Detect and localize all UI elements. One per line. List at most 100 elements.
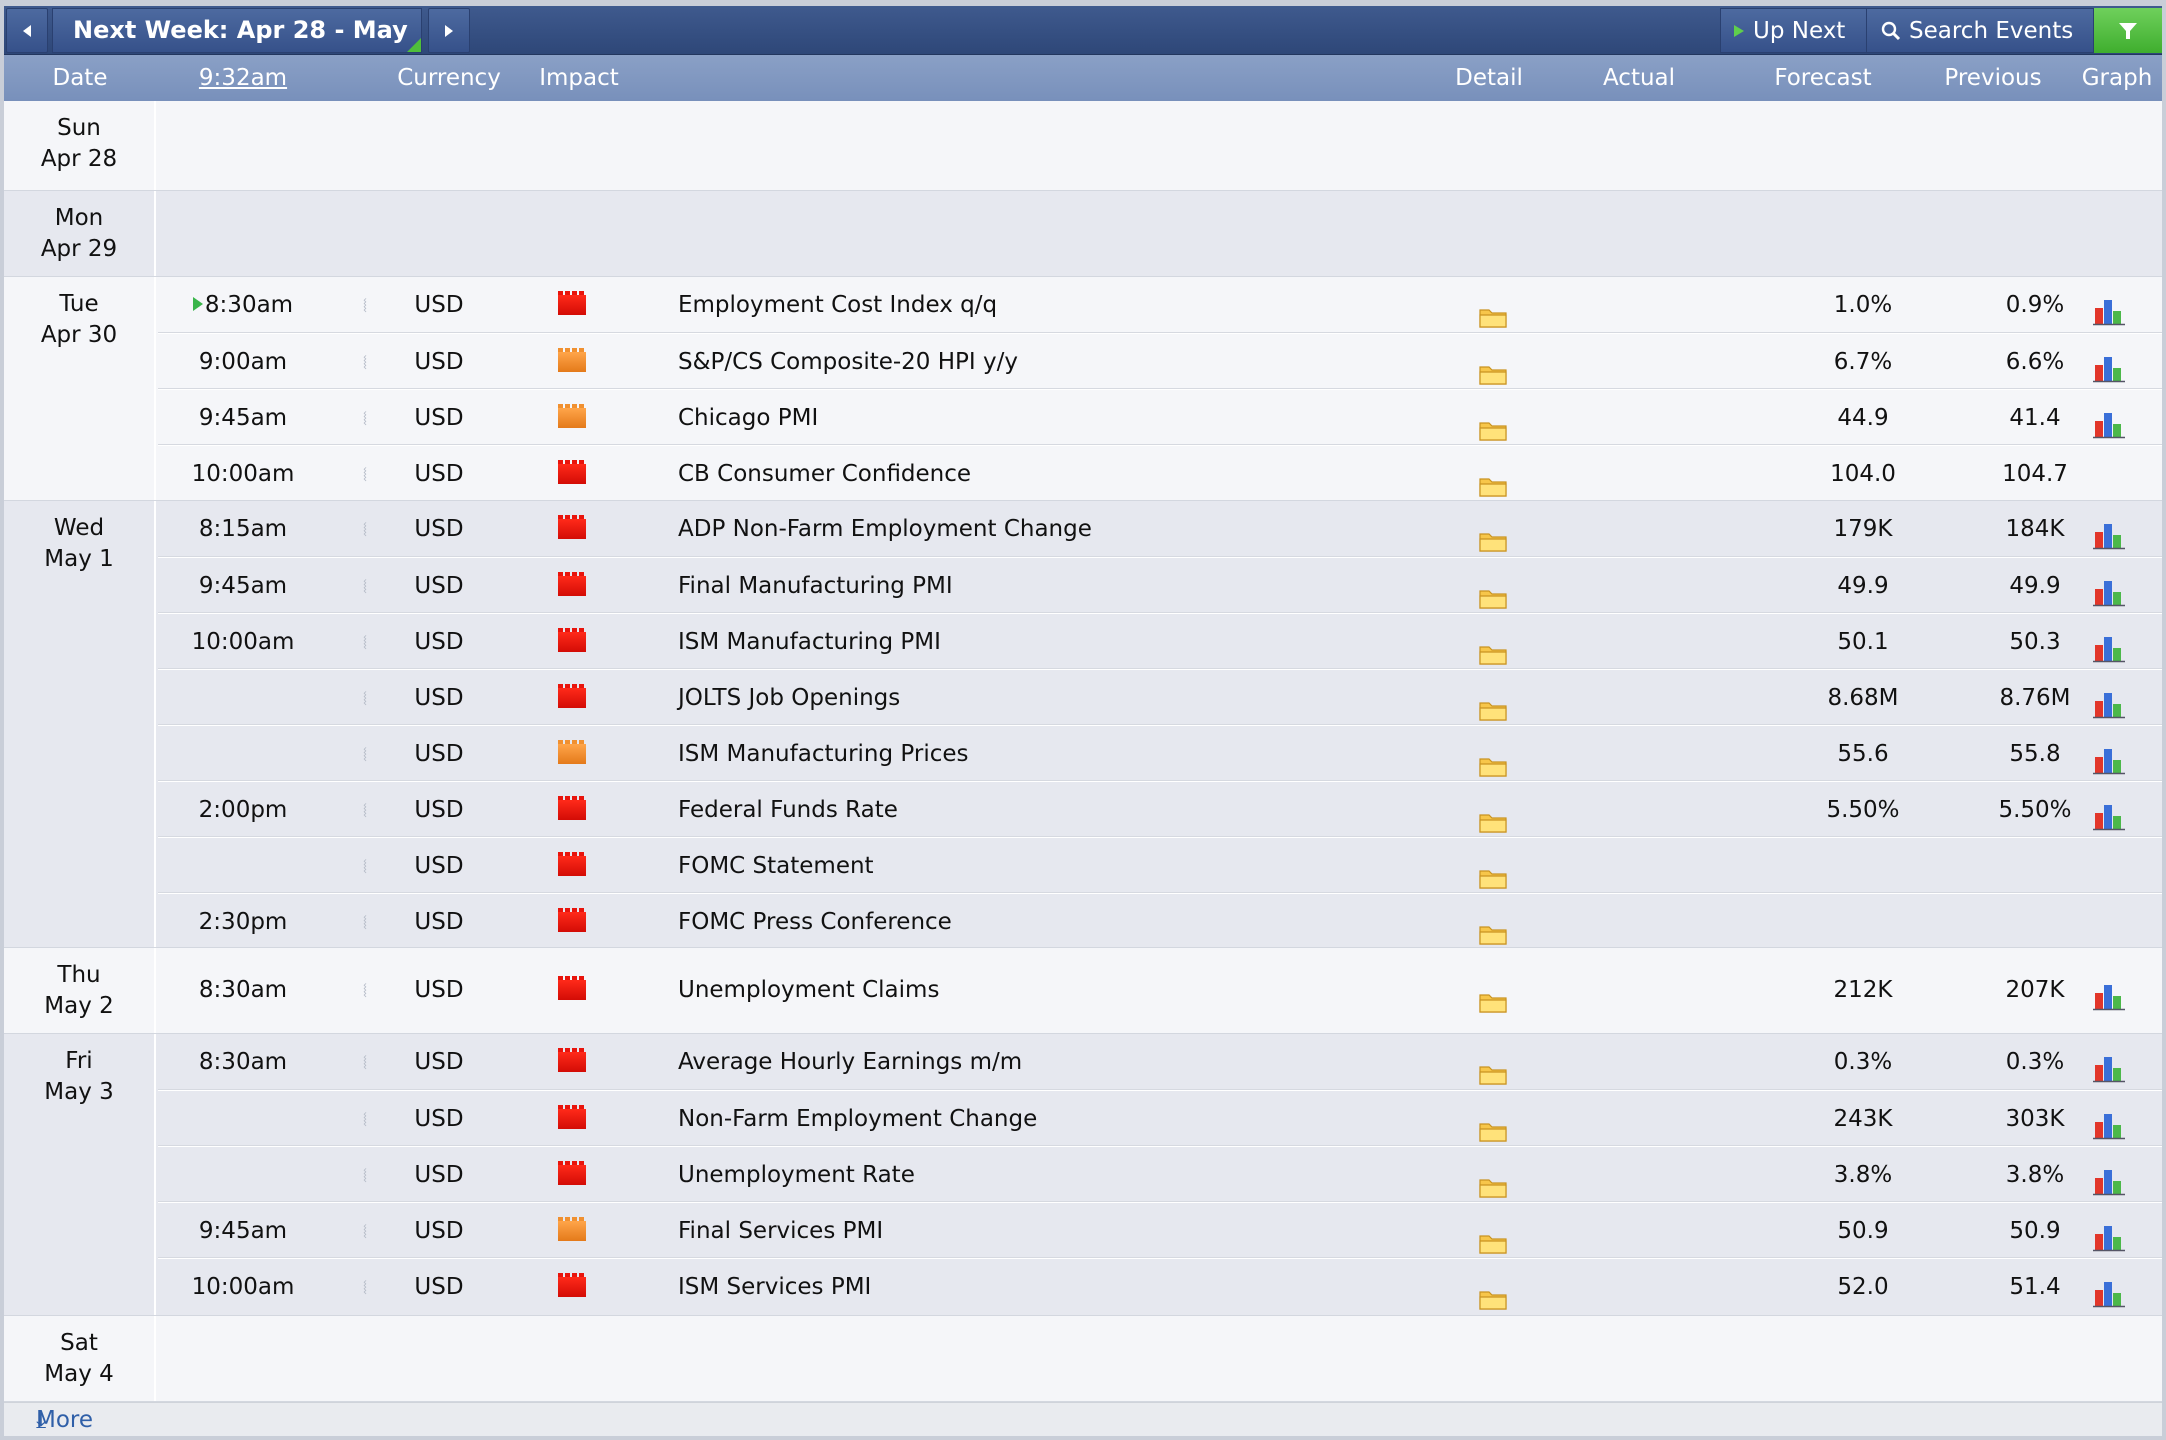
impact-icon — [558, 404, 586, 428]
event-name[interactable]: ISM Manufacturing Prices — [678, 726, 969, 782]
table-row[interactable]: 10:00am ⧙ USD CB Consumer Confidence 104.0 10… — [158, 444, 2162, 502]
sound-icon[interactable]: ⧙ — [350, 334, 380, 390]
day-block-sat: Sat May 4 — [4, 1316, 2162, 1402]
event-currency: USD — [414, 461, 464, 487]
event-currency: USD — [414, 1274, 464, 1300]
event-name[interactable]: Final Manufacturing PMI — [678, 558, 953, 614]
event-forecast: 5.50% — [1826, 797, 1900, 823]
sound-icon[interactable]: ⧙ — [350, 838, 380, 894]
event-currency: USD — [414, 405, 464, 431]
search-icon — [1881, 21, 1901, 41]
sound-icon[interactable]: ⧙ — [350, 894, 380, 950]
table-row[interactable]: 10:00am ⧙ USD ISM Manufacturing PMI 50.1 50.3 — [158, 612, 2162, 670]
event-name[interactable]: FOMC Statement — [678, 838, 874, 894]
table-row[interactable]: 8:30am ⧙ USD Average Hourly Earnings m/m 0.3… — [158, 1034, 2162, 1090]
sound-icon[interactable]: ⧙ — [350, 501, 380, 557]
day-label: Sun Apr 28 — [4, 101, 156, 190]
event-forecast: 212K — [1833, 977, 1893, 1003]
event-currency: USD — [414, 573, 464, 599]
table-row[interactable]: 9:45am ⧙ USD Chicago PMI 44.9 41.4 — [158, 388, 2162, 446]
sound-icon[interactable]: ⧙ — [350, 1147, 380, 1203]
event-name[interactable]: Unemployment Claims — [678, 962, 939, 1018]
sound-icon[interactable]: ⧙ — [350, 1091, 380, 1147]
event-time: 9:45am — [198, 405, 288, 431]
next-week-button[interactable] — [428, 8, 470, 53]
event-currency: USD — [414, 797, 464, 823]
day-name: Tue — [59, 291, 99, 317]
event-name[interactable]: ISM Services PMI — [678, 1259, 871, 1315]
sound-icon[interactable]: ⧙ — [350, 782, 380, 838]
sound-icon[interactable]: ⧙ — [350, 726, 380, 782]
table-row[interactable]: 8:30am ⧙ USD Employment Cost Index q/q 1.0% 0… — [158, 277, 2162, 333]
event-name[interactable]: Chicago PMI — [678, 390, 818, 446]
impact-icon — [558, 1048, 586, 1072]
event-name[interactable]: Final Services PMI — [678, 1203, 883, 1259]
event-currency: USD — [414, 292, 464, 318]
event-name[interactable]: Average Hourly Earnings m/m — [678, 1034, 1022, 1090]
table-row[interactable]: 10:00am ⧙ USD ISM Services PMI 52.0 51.4 — [158, 1257, 2162, 1315]
table-row[interactable]: 9:00am ⧙ USD S&P/CS Composite-20 HPI y/y 6.7… — [158, 332, 2162, 390]
header-current-time[interactable]: 9:32am — [158, 55, 328, 101]
event-currency: USD — [414, 741, 464, 767]
sound-icon[interactable]: ⧙ — [350, 558, 380, 614]
search-events-label: Search Events — [1909, 17, 2074, 44]
sound-icon[interactable]: ⧙ — [350, 1034, 380, 1090]
sound-icon[interactable]: ⧙ — [350, 390, 380, 446]
week-title[interactable]: Next Week: Apr 28 - May 4 — [52, 8, 422, 87]
economic-calendar: Next Week: Apr 28 - May 4 Up Next Search… — [4, 6, 2162, 1436]
event-forecast: 0.3% — [1833, 1049, 1893, 1075]
header-graph: Graph — [2081, 65, 2153, 91]
table-row[interactable]: 9:45am ⧙ USD Final Manufacturing PMI 49.9 49.… — [158, 556, 2162, 614]
table-row[interactable]: ⧙ USD Unemployment Rate 3.8% 3.8% — [158, 1145, 2162, 1203]
table-row[interactable]: ⧙ USD FOMC Statement — [158, 836, 2162, 894]
event-name[interactable]: JOLTS Job Openings — [678, 670, 900, 726]
sound-icon[interactable]: ⧙ — [350, 614, 380, 670]
sound-icon[interactable]: ⧙ — [350, 277, 380, 333]
impact-icon — [558, 1105, 586, 1129]
sound-icon[interactable]: ⧙ — [350, 1203, 380, 1259]
filter-button[interactable] — [2094, 8, 2162, 53]
event-name[interactable]: Federal Funds Rate — [678, 782, 898, 838]
event-currency: USD — [414, 516, 464, 542]
day-label: Thu May 2 — [4, 948, 156, 1033]
table-row[interactable]: ⧙ USD Non-Farm Employment Change 243K 303K — [158, 1089, 2162, 1147]
event-name[interactable]: FOMC Press Conference — [678, 894, 952, 950]
impact-icon — [558, 515, 586, 539]
event-time: 10:00am — [191, 461, 295, 487]
bar-chart-icon — [2093, 1273, 2125, 1329]
event-name[interactable]: Non-Farm Employment Change — [678, 1091, 1037, 1147]
event-currency: USD — [414, 1049, 464, 1075]
day-name: Fri — [65, 1048, 93, 1074]
search-events-button[interactable]: Search Events — [1866, 8, 2094, 53]
table-row[interactable]: 2:30pm ⧙ USD FOMC Press Conference — [158, 892, 2162, 950]
day-label: Wed May 1 — [4, 501, 156, 947]
header-previous: Previous — [1944, 65, 2042, 91]
event-currency: USD — [414, 1162, 464, 1188]
up-next-button[interactable]: Up Next — [1720, 8, 1868, 53]
sound-icon[interactable]: ⧙ — [350, 670, 380, 726]
previous-week-button[interactable] — [6, 8, 48, 53]
folder-icon — [1478, 1276, 1508, 1332]
table-row[interactable]: 9:45am ⧙ USD Final Services PMI 50.9 50.9 — [158, 1201, 2162, 1259]
table-row[interactable]: 8:15am ⧙ USD ADP Non-Farm Employment Change… — [158, 501, 2162, 557]
sound-icon[interactable]: ⧙ — [350, 1259, 380, 1315]
impact-icon — [558, 628, 586, 652]
header-currency: Currency — [397, 65, 501, 91]
event-name[interactable]: Unemployment Rate — [678, 1147, 915, 1203]
table-row[interactable]: ⧙ USD ISM Manufacturing Prices 55.6 55.8 — [158, 724, 2162, 782]
table-row[interactable]: 2:00pm ⧙ USD Federal Funds Rate 5.50% 5.50% — [158, 780, 2162, 838]
impact-icon — [558, 740, 586, 764]
sound-icon[interactable]: ⧙ — [350, 446, 380, 502]
event-name[interactable]: Employment Cost Index q/q — [678, 277, 997, 333]
table-row[interactable]: 8:30am ⧙ USD Unemployment Claims 212K 207K — [158, 962, 2162, 1018]
more-link[interactable]: ⤓ More — [4, 1402, 2162, 1436]
event-name[interactable]: ADP Non-Farm Employment Change — [678, 501, 1092, 557]
event-time: 2:00pm — [198, 797, 288, 823]
event-name[interactable]: S&P/CS Composite-20 HPI y/y — [678, 334, 1018, 390]
event-name[interactable]: ISM Manufacturing PMI — [678, 614, 941, 670]
event-name[interactable]: CB Consumer Confidence — [678, 446, 971, 502]
table-row[interactable]: ⧙ USD JOLTS Job Openings 8.68M 8.76M — [158, 668, 2162, 726]
day-name: Sat — [60, 1330, 98, 1356]
impact-icon — [558, 852, 586, 876]
sound-icon[interactable]: ⧙ — [350, 962, 380, 1018]
